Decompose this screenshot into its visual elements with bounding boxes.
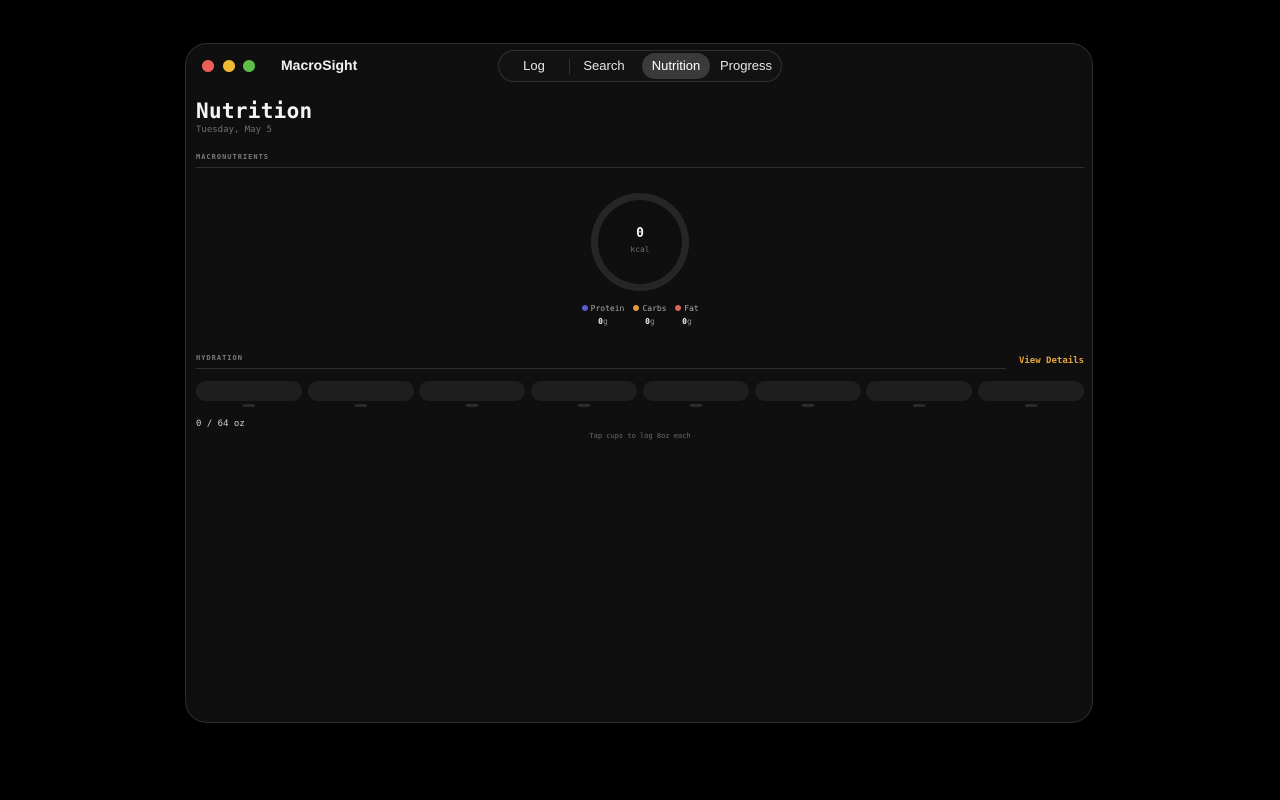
carbs-color-dot (633, 305, 640, 311)
app-window: MacroSight Log Search Nutrition Progress… (185, 43, 1093, 723)
page-title: Nutrition (196, 99, 313, 123)
legend-fat-label: Fat (684, 304, 699, 313)
maximize-window-button[interactable] (243, 60, 255, 72)
legend-carbs-label: Carbs (642, 304, 667, 313)
legend-carbs: Carbs 0g (633, 304, 667, 330)
tab-nutrition[interactable]: Nutrition (642, 53, 710, 79)
hydration-section-label: HYDRATION (196, 354, 243, 362)
tab-progress[interactable]: Progress (712, 53, 780, 79)
tab-search[interactable]: Search (573, 53, 635, 79)
carbs-unit: g (650, 317, 655, 326)
hydration-divider (196, 368, 1006, 369)
legend-protein: Protein 0g (581, 304, 625, 330)
calorie-unit: kcal (630, 245, 650, 254)
fat-color-dot (675, 305, 682, 311)
water-cup[interactable] (866, 381, 972, 401)
cup-indicator (913, 404, 925, 407)
tab-divider (569, 59, 570, 75)
cup-indicator (466, 404, 478, 407)
calorie-total: 0 (636, 226, 644, 241)
water-cups (196, 381, 1084, 409)
cup-indicator (1025, 404, 1037, 407)
tab-bar: Log Search Nutrition Progress (498, 50, 782, 82)
cup-indicator (690, 404, 702, 407)
water-cup[interactable] (755, 381, 861, 401)
cup-indicator (802, 404, 814, 407)
water-cup[interactable] (643, 381, 749, 401)
tab-log[interactable]: Log (503, 53, 565, 79)
water-cup[interactable] (978, 381, 1084, 401)
legend-fat: Fat 0g (675, 304, 699, 330)
view-details-link[interactable]: View Details (1016, 356, 1084, 366)
macronutrients-divider (196, 167, 1084, 168)
macronutrients-section-label: MACRONUTRIENTS (196, 153, 270, 161)
protein-color-dot (581, 305, 588, 311)
minimize-window-button[interactable] (223, 60, 235, 72)
water-cup[interactable] (196, 381, 302, 401)
close-window-button[interactable] (202, 60, 214, 72)
hydration-total: 0 / 64 oz (196, 419, 245, 429)
water-cup[interactable] (531, 381, 637, 401)
page-date: Tuesday, May 5 (196, 125, 272, 135)
protein-unit: g (603, 317, 608, 326)
calorie-ring (591, 193, 689, 291)
legend-protein-label: Protein (590, 304, 625, 313)
hydration-hint: Tap cups to log 8oz each (589, 432, 691, 440)
app-title: MacroSight (281, 57, 358, 73)
water-cup[interactable] (419, 381, 525, 401)
cup-indicator (578, 404, 590, 407)
cup-indicator (355, 404, 367, 407)
cup-indicator (243, 404, 255, 407)
water-cup[interactable] (308, 381, 414, 401)
fat-unit: g (687, 317, 692, 326)
